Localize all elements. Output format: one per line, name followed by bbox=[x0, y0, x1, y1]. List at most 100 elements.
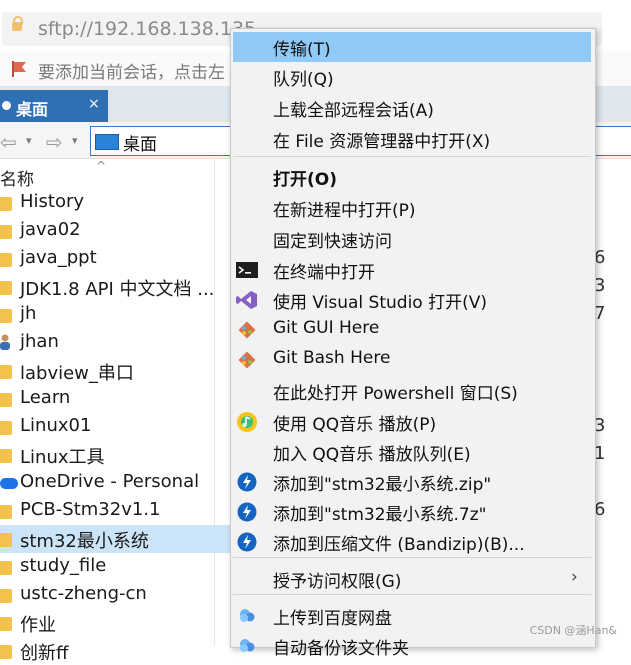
tab-close-icon[interactable]: × bbox=[88, 96, 100, 112]
folder-icon bbox=[0, 393, 12, 407]
tab-desktop[interactable]: 桌面 × bbox=[0, 90, 108, 122]
menu-item-label: 打开(O) bbox=[273, 170, 337, 190]
list-item[interactable]: java02 bbox=[0, 217, 231, 245]
list-item[interactable]: labview_串口 bbox=[0, 357, 231, 385]
menu-item-label: 在 File 资源管理器中打开(X) bbox=[273, 132, 491, 152]
folder-icon bbox=[0, 533, 12, 547]
menu-item[interactable]: 授予访问权限(G) › bbox=[231, 564, 595, 594]
file-name: java_ppt bbox=[20, 247, 97, 268]
file-name: study_file bbox=[20, 555, 107, 576]
list-item[interactable]: 作业 bbox=[0, 609, 231, 637]
menu-item-label: 使用 Visual Studio 打开(V) bbox=[273, 293, 488, 313]
column-header-name[interactable]: 名称 ^ bbox=[0, 159, 230, 190]
file-name: jh bbox=[20, 303, 37, 324]
list-item[interactable]: OneDrive - Personal bbox=[0, 469, 231, 497]
list-item[interactable]: 创新ff bbox=[0, 637, 231, 665]
context-menu: 传输(T) 队列(Q) 上载全部远程会话(A) 在 File 资源管理器中打开(X) 打… bbox=[230, 28, 596, 659]
menu-item[interactable]: 添加到压缩文件 (Bandizip)(B)... bbox=[231, 527, 595, 557]
address-url[interactable]: sftp://192.168.138.135 bbox=[38, 18, 256, 40]
list-item[interactable]: study_file bbox=[0, 553, 231, 581]
menu-item[interactable]: 在此处打开 Powershell 窗口(S) bbox=[231, 376, 595, 406]
menu-item[interactable]: 队列(Q) bbox=[231, 62, 595, 92]
menu-item-label: 上载全部远程会话(A) bbox=[273, 101, 434, 121]
bandizip-icon bbox=[237, 472, 257, 492]
file-name: Linux工具 bbox=[20, 447, 105, 468]
menu-item[interactable]: 使用 QQ音乐 播放(P) bbox=[231, 407, 595, 437]
list-item[interactable]: stm32最小系统 bbox=[0, 525, 231, 553]
list-item[interactable]: java_ppt bbox=[0, 245, 231, 273]
menu-item-label: 添加到"stm32最小系统.7z" bbox=[273, 505, 487, 525]
watermark: CSDN @涵Han& bbox=[529, 624, 617, 637]
qq-music-icon bbox=[237, 412, 257, 432]
submenu-arrow-icon: › bbox=[571, 567, 578, 587]
file-name: 作业 bbox=[20, 615, 56, 636]
menu-item[interactable]: 添加到"stm32最小系统.zip" bbox=[231, 467, 595, 497]
list-item[interactable]: PCB-Stm32v1.1 bbox=[0, 497, 231, 525]
file-name: java02 bbox=[20, 219, 81, 240]
bandizip-icon bbox=[237, 502, 257, 522]
file-name: History bbox=[20, 191, 85, 212]
sort-arrow-icon: ^ bbox=[96, 159, 107, 173]
list-item[interactable]: History bbox=[0, 189, 231, 217]
folder-icon bbox=[0, 225, 12, 239]
lock-icon bbox=[12, 16, 23, 31]
menu-item[interactable]: 添加到"stm32最小系统.7z" bbox=[231, 497, 595, 527]
menu-item-label: 在新进程中打开(P) bbox=[273, 201, 416, 221]
back-arrow-icon[interactable]: ⇦ bbox=[0, 130, 17, 154]
menu-item[interactable]: Git GUI Here bbox=[231, 315, 595, 345]
path-text: 桌面 bbox=[123, 135, 157, 155]
list-item[interactable]: Linux工具 bbox=[0, 441, 231, 469]
folder-icon bbox=[0, 197, 12, 211]
menu-item[interactable]: 固定到快速访问 bbox=[231, 224, 595, 254]
menu-item-label: 自动备份该文件夹 bbox=[273, 639, 409, 659]
menu-item[interactable]: Git Bash Here bbox=[231, 345, 595, 375]
menu-item-label: 固定到快速访问 bbox=[273, 232, 392, 252]
folder-icon bbox=[0, 589, 12, 603]
folder-icon bbox=[0, 617, 12, 631]
list-item[interactable]: Learn bbox=[0, 385, 231, 413]
menu-item[interactable]: 打开(O) bbox=[231, 162, 595, 192]
user-folder-icon bbox=[0, 334, 10, 350]
list-item[interactable]: Linux01 bbox=[0, 413, 231, 441]
menu-item-label: 添加到压缩文件 (Bandizip)(B)... bbox=[273, 535, 525, 555]
notice-text: 要添加当前会话，点击左 bbox=[38, 63, 225, 83]
list-item[interactable]: jh bbox=[0, 301, 231, 329]
forward-arrow-icon[interactable]: ⇨ bbox=[46, 130, 63, 154]
back-dropdown-icon[interactable]: ▾ bbox=[26, 134, 32, 147]
file-name: JDK1.8 API 中文文档 ... bbox=[20, 279, 215, 300]
desktop-icon bbox=[95, 134, 119, 150]
menu-item[interactable]: 在 File 资源管理器中打开(X) bbox=[231, 124, 595, 154]
menu-item[interactable]: 传输(T) bbox=[233, 32, 591, 62]
list-item[interactable]: ustc-zheng-cn bbox=[0, 581, 231, 609]
menu-item[interactable]: 加入 QQ音乐 播放队列(E) bbox=[231, 437, 595, 467]
menu-separator bbox=[233, 557, 591, 558]
menu-item[interactable]: 在终端中打开 bbox=[231, 255, 595, 285]
menu-item-label: 在此处打开 Powershell 窗口(S) bbox=[273, 384, 518, 404]
list-item[interactable]: jhan bbox=[0, 329, 231, 357]
folder-icon bbox=[0, 561, 12, 575]
menu-separator bbox=[233, 594, 591, 595]
menu-item[interactable]: 上载全部远程会话(A) bbox=[231, 93, 595, 123]
folder-icon bbox=[0, 505, 12, 519]
file-name: Linux01 bbox=[20, 415, 92, 436]
bandizip-icon bbox=[237, 532, 257, 552]
file-name: 创新ff bbox=[20, 643, 69, 664]
column-name-label: 名称 bbox=[0, 170, 34, 190]
folder-icon bbox=[0, 309, 12, 323]
baidu-netdisk-icon bbox=[240, 609, 255, 622]
folder-icon bbox=[0, 421, 12, 435]
forward-dropdown-icon[interactable]: ▾ bbox=[72, 134, 78, 147]
menu-item[interactable]: 使用 Visual Studio 打开(V) bbox=[231, 285, 595, 315]
menu-item[interactable]: 在新进程中打开(P) bbox=[231, 193, 595, 223]
menu-item-label: 上传到百度网盘 bbox=[273, 609, 392, 629]
folder-icon bbox=[0, 449, 12, 463]
file-name: OneDrive - Personal bbox=[20, 471, 200, 492]
list-item[interactable]: JDK1.8 API 中文文档 ... bbox=[0, 273, 231, 301]
git-icon bbox=[238, 321, 256, 339]
menu-item-label: Git GUI Here bbox=[273, 318, 380, 338]
file-name: stm32最小系统 bbox=[20, 531, 149, 552]
git-icon bbox=[238, 351, 256, 369]
file-name: PCB-Stm32v1.1 bbox=[20, 499, 161, 520]
menu-item-label: 在终端中打开 bbox=[273, 263, 375, 283]
visual-studio-icon bbox=[236, 291, 257, 309]
